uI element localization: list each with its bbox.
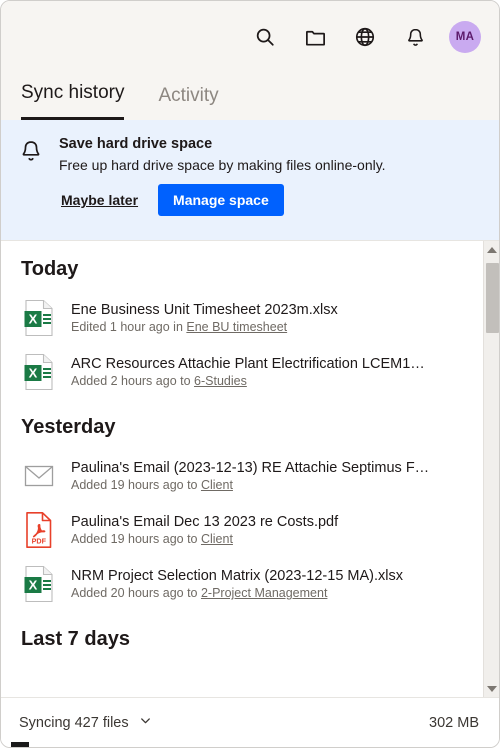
list-item-location-link[interactable]: 6-Studies	[194, 374, 247, 388]
save-space-banner: Save hard drive space Free up hard drive…	[1, 120, 499, 240]
bell-icon[interactable]	[399, 21, 431, 53]
excel-file-icon: X	[21, 564, 57, 604]
list-item-filename: ARC Resources Attachie Plant Electrifica…	[71, 356, 425, 372]
list-item[interactable]: Paulina's Email (2023-12-13) RE Attachie…	[1, 449, 485, 503]
group-title: Today	[21, 258, 79, 280]
status-bar: Syncing 427 files 302 MB	[1, 697, 499, 747]
svg-text:X: X	[29, 578, 38, 593]
excel-file-icon: X	[21, 298, 57, 338]
list-item-action: Added 2 hours ago to	[71, 374, 195, 388]
tab-sync-history-label: Sync history	[21, 82, 125, 104]
list-item-subtitle: Added 2 hours ago to 6-Studies	[71, 374, 473, 388]
group-title: Yesterday	[21, 416, 116, 438]
tab-bar: Sync history Activity	[1, 82, 499, 120]
list-item-location-link[interactable]: 2-Project Management	[201, 586, 327, 600]
header-icon-bar: MA	[249, 21, 481, 53]
email-file-icon	[21, 456, 57, 496]
list-item[interactable]: X Ene Business Unit Timesheet 2023m.xlsx E…	[1, 291, 485, 345]
sync-status-dropdown[interactable]: Syncing 427 files	[19, 713, 153, 733]
manage-space-button[interactable]: Manage space	[158, 184, 284, 216]
list-item[interactable]: X NRM Project Selection Matrix (2023-12-1…	[1, 557, 485, 611]
folder-icon[interactable]	[299, 21, 331, 53]
sync-status-label: Syncing 427 files	[19, 714, 129, 731]
list-item[interactable]: X ARC Resources Attachie Plant Electrific…	[1, 345, 485, 399]
app-header: MA Sync history Activity	[1, 1, 499, 120]
avatar[interactable]: MA	[449, 21, 481, 53]
sync-history-list-area: Today X Ene Business Unit Timesheet 2023m.…	[1, 240, 499, 697]
window-corner-mark	[11, 742, 29, 747]
sync-size-label: 302 MB	[429, 714, 479, 731]
search-icon[interactable]	[249, 21, 281, 53]
list-item-action: Added 19 hours ago to	[71, 532, 201, 546]
banner-description: Free up hard drive space by making files…	[59, 157, 386, 173]
banner-title: Save hard drive space	[59, 136, 213, 152]
group-title: Last 7 days	[21, 628, 130, 650]
list-item-text: Ene Business Unit Timesheet 2023m.xlsx Ed…	[71, 302, 473, 334]
tab-sync-history[interactable]: Sync history	[21, 82, 125, 120]
list-item-action: Added 20 hours ago to	[71, 586, 201, 600]
globe-icon[interactable]	[349, 21, 381, 53]
list-item-location-link[interactable]: Ene BU timesheet	[186, 320, 287, 334]
list-item-subtitle: Added 19 hours ago to Client	[71, 532, 473, 546]
list-item-location-link[interactable]: Client	[201, 478, 233, 492]
tab-activity-label: Activity	[158, 85, 219, 107]
list-item-filename: NRM Project Selection Matrix (2023-12-15…	[71, 568, 403, 584]
list-item-filename: Paulina's Email (2023-12-13) RE Attachie…	[71, 460, 430, 476]
list-item-text: Paulina's Email (2023-12-13) RE Attachie…	[71, 460, 473, 492]
avatar-initials: MA	[455, 31, 475, 43]
list-item-subtitle: Added 20 hours ago to 2-Project Manageme…	[71, 586, 473, 600]
list-item-action: Edited 1 hour ago in	[71, 320, 187, 334]
banner-actions: Maybe later Manage space	[59, 184, 479, 216]
list-item-location-link[interactable]: Client	[201, 532, 233, 546]
scroll-down-arrow-icon[interactable]	[484, 680, 499, 697]
svg-text:X: X	[29, 366, 38, 381]
list-item[interactable]: PDF Paulina's Email Dec 13 2023 re Costs.…	[1, 503, 485, 557]
excel-file-icon: X	[21, 352, 57, 392]
list-item-action: Added 19 hours ago to	[71, 478, 201, 492]
list-item-text: ARC Resources Attachie Plant Electrifica…	[71, 356, 473, 388]
list-item-subtitle: Added 19 hours ago to Client	[71, 478, 473, 492]
chevron-down-icon[interactable]	[138, 713, 153, 733]
scrollbar-thumb[interactable]	[486, 263, 499, 333]
banner-body: Save hard drive space Free up hard drive…	[59, 136, 479, 226]
sync-history-list: Today X Ene Business Unit Timesheet 2023m.…	[1, 241, 485, 697]
vertical-scrollbar[interactable]	[483, 241, 499, 697]
svg-text:X: X	[29, 312, 38, 327]
list-item-filename: Paulina's Email Dec 13 2023 re Costs.pdf	[71, 514, 339, 530]
svg-text:PDF: PDF	[32, 537, 47, 546]
scroll-up-arrow-icon[interactable]	[484, 241, 499, 258]
list-item-text: NRM Project Selection Matrix (2023-12-15…	[71, 568, 473, 600]
maybe-later-button[interactable]: Maybe later	[59, 192, 140, 208]
list-item-filename: Ene Business Unit Timesheet 2023m.xlsx	[71, 302, 338, 318]
dropbox-sync-window: MA Sync history Activity Save hard drive…	[0, 0, 500, 748]
list-item-text: Paulina's Email Dec 13 2023 re Costs.pdf…	[71, 514, 473, 546]
list-item-subtitle: Edited 1 hour ago in Ene BU timesheet	[71, 320, 473, 334]
bell-icon	[19, 136, 45, 226]
pdf-file-icon: PDF	[21, 510, 57, 550]
tab-activity[interactable]: Activity	[158, 85, 218, 120]
